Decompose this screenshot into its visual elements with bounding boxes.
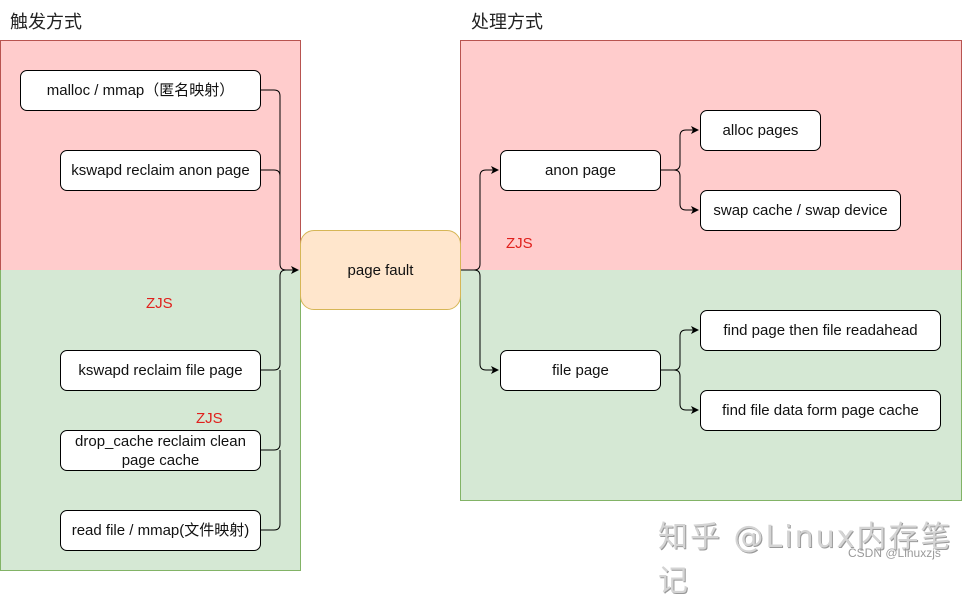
edge-kswapd-anon-to-pagefault	[260, 169, 281, 264]
kswapd-reclaim-anon-node[interactable]: kswapd reclaim anon page	[60, 150, 261, 191]
page-fault-node[interactable]: page fault	[300, 230, 461, 310]
kswapd-reclaim-file-node[interactable]: kswapd reclaim file page	[60, 350, 261, 391]
zjs-annotation: ZJS	[506, 235, 533, 252]
drop-cache-node[interactable]: drop_cache reclaim clean page cache	[60, 430, 261, 471]
malloc-mmap-node[interactable]: malloc / mmap（匿名映射）	[20, 70, 261, 111]
edge-dropcache-to-pagefault	[260, 370, 281, 451]
edge-file-to-pagecache	[660, 369, 699, 414]
edge-anon-to-alloc	[660, 126, 699, 171]
zjs-annotation: ZJS	[146, 295, 173, 312]
alloc-pages-node[interactable]: alloc pages	[700, 110, 821, 151]
csdn-watermark: CSDN @Linuxzjs	[848, 546, 941, 560]
anon-page-node[interactable]: anon page	[500, 150, 661, 191]
swap-cache-node[interactable]: swap cache / swap device	[700, 190, 901, 231]
page-cache-node[interactable]: find file data form page cache	[700, 390, 941, 431]
edge-malloc-to-pagefault	[260, 89, 299, 274]
edge-pagefault-to-anon	[460, 166, 499, 271]
edge-file-to-readahead	[660, 326, 699, 371]
edge-kswapd-file-to-pagefault	[260, 269, 287, 371]
edge-pagefault-to-file	[460, 269, 499, 374]
edge-anon-to-swap	[660, 169, 699, 214]
zjs-annotation: ZJS	[196, 410, 223, 427]
read-file-mmap-node[interactable]: read file / mmap(文件映射)	[60, 510, 261, 551]
readahead-node[interactable]: find page then file readahead	[700, 310, 941, 351]
file-page-node[interactable]: file page	[500, 350, 661, 391]
edge-readfile-to-pagefault	[260, 450, 281, 531]
